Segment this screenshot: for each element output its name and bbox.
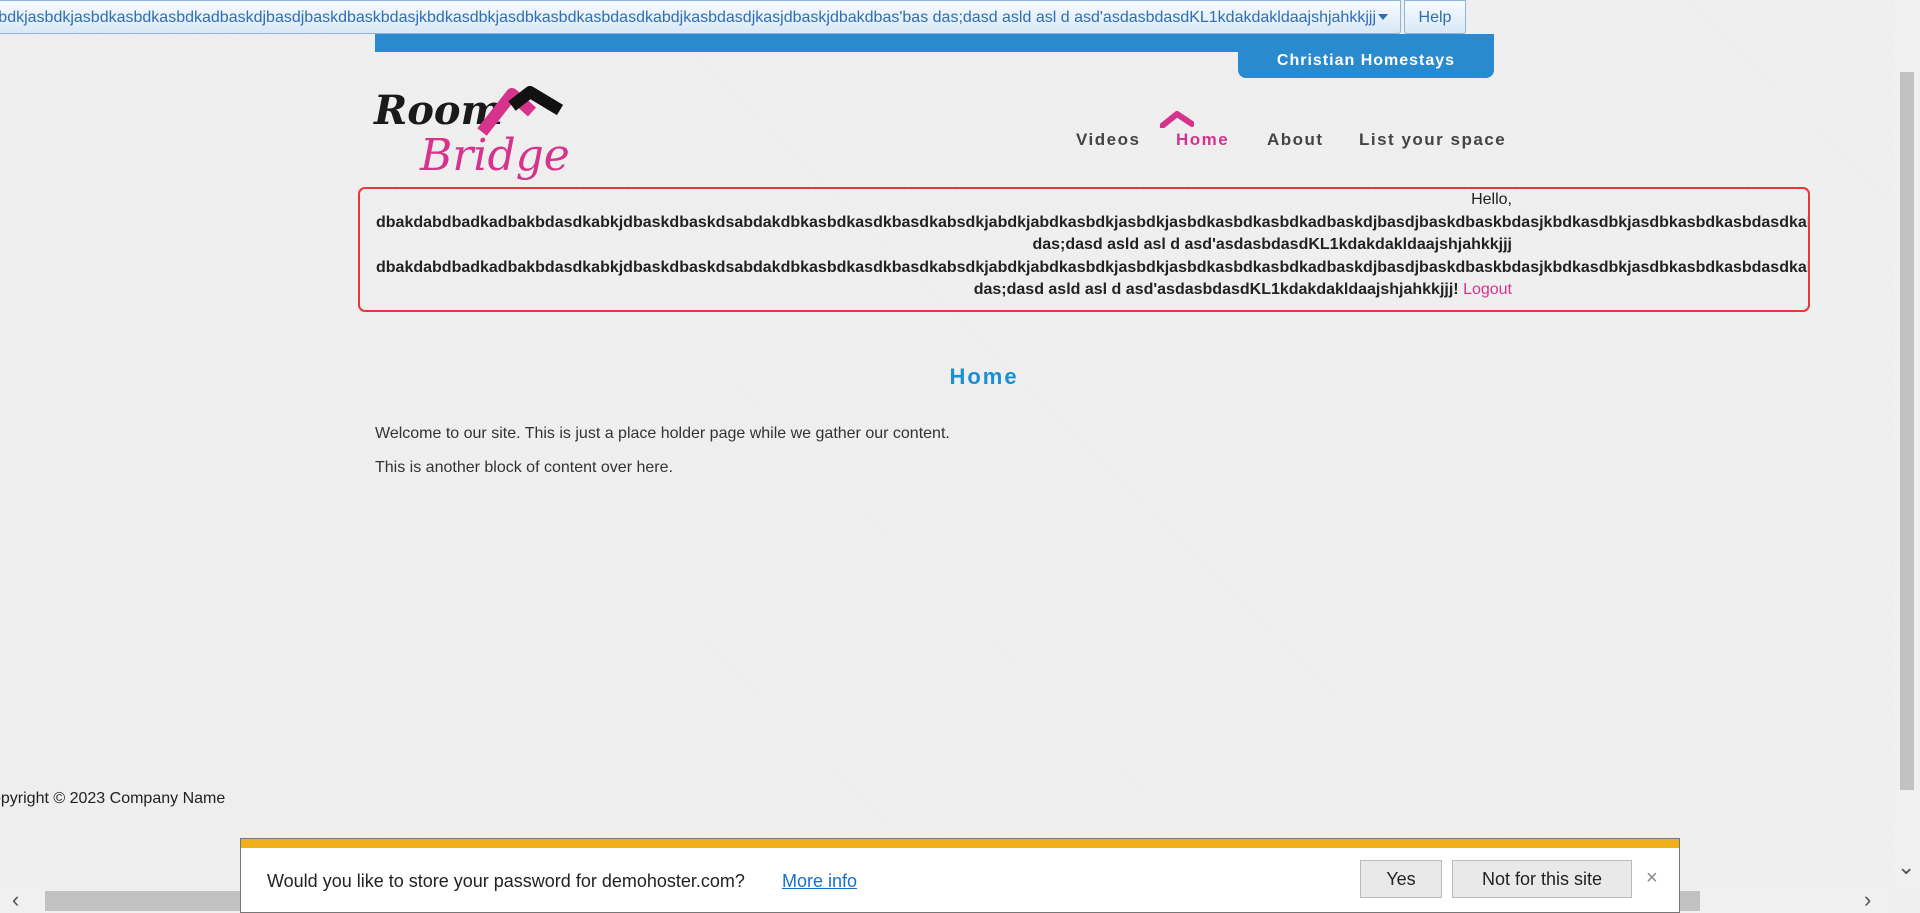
- site-tab[interactable]: Christian Homestays: [1238, 34, 1494, 78]
- user-menu[interactable]: asbdkjasbdkjasbdkasbdkasbdkadbaskdjbasdj…: [0, 0, 1401, 34]
- user-name-line-4: das;dasd asld asl d asd'asdasbdasdKL1kda…: [973, 281, 1454, 298]
- welcome-text: Welcome to our site. This is just a plac…: [375, 425, 950, 442]
- vertical-scroll-thumb[interactable]: [1900, 72, 1914, 790]
- page-background: [0, 0, 1894, 888]
- not-for-this-site-button[interactable]: Not for this site: [1452, 860, 1632, 898]
- site-logo[interactable]: Room Bridge: [372, 84, 572, 196]
- close-icon[interactable]: ×: [1646, 867, 1658, 890]
- user-menu-label: asbdkjasbdkjasbdkasbdkasbdkadbaskdjbasdj…: [0, 9, 1376, 26]
- exclamation: !: [1453, 281, 1459, 298]
- scroll-down-icon[interactable]: ⌄: [1897, 856, 1915, 878]
- logout-link[interactable]: Logout: [1463, 281, 1512, 298]
- greeting-text: Hello,: [1471, 191, 1512, 208]
- more-info-link[interactable]: More info: [782, 871, 857, 892]
- user-name-line-3: dbakdabdbadkadbakbdasdkabkjdbaskdbaskdsa…: [376, 258, 1808, 276]
- logo-word-bridge: Bridge: [419, 130, 570, 181]
- scroll-left-icon[interactable]: ‹: [12, 889, 19, 911]
- chevron-down-icon[interactable]: [1378, 14, 1388, 20]
- prompt-accent-stripe: [241, 839, 1679, 848]
- page-title: Home: [949, 364, 1019, 389]
- divider: [376, 310, 1494, 311]
- nav-videos[interactable]: Videos: [1076, 130, 1140, 150]
- scroll-right-icon[interactable]: ›: [1864, 889, 1871, 911]
- content-text: This is another block of content over he…: [375, 459, 673, 476]
- user-name-line-1: dbakdabdbadkadbakbdasdkabkjdbaskdbaskdsa…: [376, 213, 1808, 231]
- home-roof-icon: [1160, 111, 1194, 128]
- copyright-text: opyright © 2023 Company Name: [0, 790, 226, 807]
- nav-home[interactable]: Home: [1176, 130, 1229, 150]
- prompt-message: Would you like to store your password fo…: [267, 871, 745, 891]
- nav-about[interactable]: About: [1267, 130, 1324, 150]
- nav-list-your-space[interactable]: List your space: [1359, 130, 1506, 150]
- yes-button[interactable]: Yes: [1360, 860, 1442, 898]
- user-name-line-2: das;dasd asld asl d asd'asdasbdasdKL1kda…: [1032, 236, 1512, 253]
- help-button[interactable]: Help: [1404, 0, 1466, 34]
- password-save-prompt: Would you like to store your password fo…: [240, 838, 1680, 913]
- user-greeting-box: Hello, dbakdabdbadkadbakbdasdkabkjdbaskd…: [358, 187, 1810, 312]
